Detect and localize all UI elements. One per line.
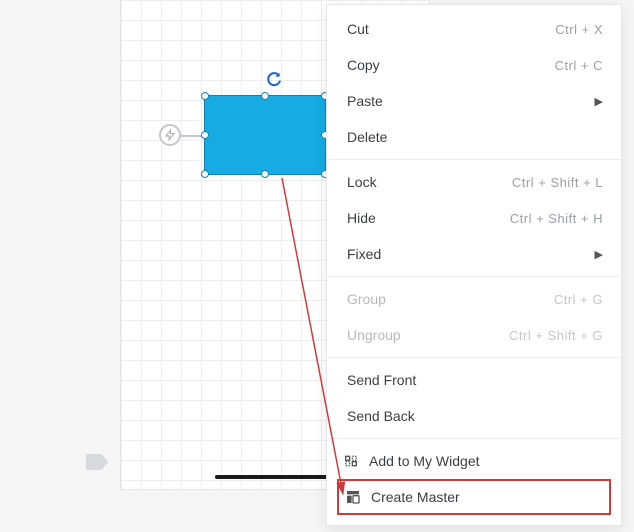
- resize-handle-s[interactable]: [261, 170, 269, 178]
- menu-copy-label: Copy: [347, 57, 380, 73]
- menu-ungroup-shortcut: Ctrl + Shift + G: [509, 328, 603, 343]
- menu-cut-label: Cut: [347, 21, 369, 37]
- menu-paste-label: Paste: [347, 93, 383, 109]
- menu-cut-shortcut: Ctrl + X: [555, 22, 603, 37]
- menu-delete-label: Delete: [347, 129, 387, 145]
- selected-rectangle[interactable]: [204, 95, 326, 175]
- menu-delete[interactable]: Delete: [327, 119, 621, 155]
- menu-group-shortcut: Ctrl + G: [554, 292, 603, 307]
- menu-copy-shortcut: Ctrl + C: [555, 58, 603, 73]
- menu-fixed[interactable]: Fixed ▶: [327, 236, 621, 272]
- menu-lock-shortcut: Ctrl + Shift + L: [512, 175, 603, 190]
- menu-fixed-label: Fixed: [347, 246, 381, 262]
- menu-group: Group Ctrl + G: [327, 281, 621, 317]
- menu-hide[interactable]: Hide Ctrl + Shift + H: [327, 200, 621, 236]
- resize-handle-n[interactable]: [261, 92, 269, 100]
- menu-ungroup: Ungroup Ctrl + Shift + G: [327, 317, 621, 353]
- resize-handle-sw[interactable]: [201, 170, 209, 178]
- menu-separator: [327, 159, 621, 160]
- menu-create-master-label: Create Master: [371, 489, 460, 505]
- annotation-highlight: Create Master: [337, 479, 611, 515]
- resize-handle-nw[interactable]: [201, 92, 209, 100]
- interaction-bolt-icon[interactable]: [159, 124, 181, 146]
- rotate-handle[interactable]: [266, 72, 282, 88]
- menu-separator: [327, 276, 621, 277]
- menu-lock[interactable]: Lock Ctrl + Shift + L: [327, 164, 621, 200]
- menu-create-master[interactable]: Create Master: [339, 481, 609, 513]
- menu-send-front[interactable]: Send Front: [327, 362, 621, 398]
- menu-copy[interactable]: Copy Ctrl + C: [327, 47, 621, 83]
- tag-icon: [86, 454, 108, 470]
- menu-send-front-label: Send Front: [347, 372, 416, 388]
- menu-hide-label: Hide: [347, 210, 376, 226]
- create-master-icon: [345, 489, 361, 505]
- add-widget-icon: [343, 453, 359, 469]
- menu-add-widget-label: Add to My Widget: [369, 453, 480, 469]
- menu-hide-shortcut: Ctrl + Shift + H: [510, 211, 603, 226]
- menu-send-back-label: Send Back: [347, 408, 415, 424]
- menu-ungroup-label: Ungroup: [347, 327, 401, 343]
- menu-cut[interactable]: Cut Ctrl + X: [327, 11, 621, 47]
- chevron-right-icon: ▶: [595, 248, 603, 261]
- device-home-indicator: [215, 475, 335, 479]
- chevron-right-icon: ▶: [595, 95, 603, 108]
- menu-lock-label: Lock: [347, 174, 377, 190]
- menu-separator: [327, 357, 621, 358]
- menu-paste[interactable]: Paste ▶: [327, 83, 621, 119]
- menu-group-label: Group: [347, 291, 386, 307]
- menu-send-back[interactable]: Send Back: [327, 398, 621, 434]
- menu-add-widget[interactable]: Add to My Widget: [327, 443, 621, 479]
- menu-separator: [327, 438, 621, 439]
- resize-handle-w[interactable]: [201, 131, 209, 139]
- context-menu: Cut Ctrl + X Copy Ctrl + C Paste ▶ Delet…: [326, 4, 622, 526]
